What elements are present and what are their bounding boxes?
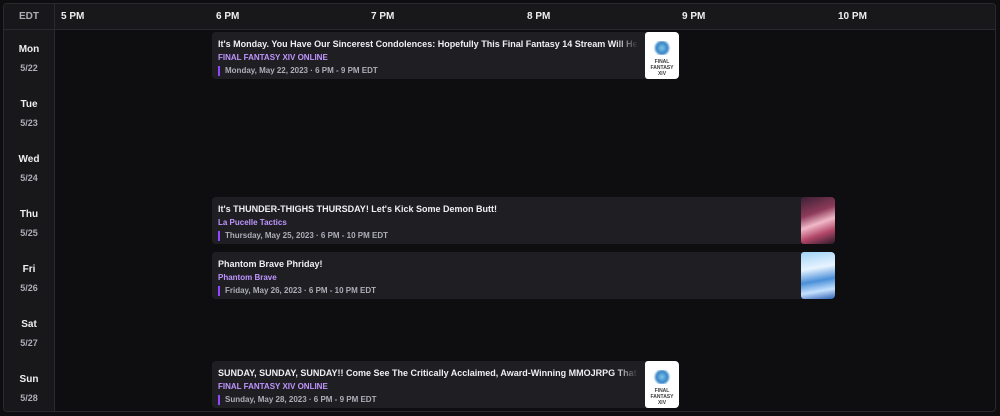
day-name: Tue [20, 99, 38, 110]
game-boxart-thumbnail[interactable] [801, 197, 835, 244]
game-boxart-thumbnail[interactable]: FINAL FANTASY XIV [645, 32, 679, 79]
day-date: 5/25 [20, 228, 38, 238]
hour-label-7pm: 7 PM [371, 11, 395, 22]
day-name: Sun [19, 374, 39, 385]
schedule-event-sun[interactable]: SUNDAY, SUNDAY, SUNDAY!! Come See The Cr… [212, 361, 679, 408]
boxart-logo-text: FINAL FANTASY XIV [650, 388, 674, 406]
hour-label-10pm: 10 PM [838, 11, 867, 22]
header-divider [54, 4, 55, 29]
day-date: 5/28 [20, 393, 38, 403]
day-name: Wed [18, 154, 40, 165]
day-date: 5/22 [20, 63, 38, 73]
day-name: Mon [18, 44, 40, 55]
day-label-sun: Sun 5/28 [4, 374, 54, 403]
day-date: 5/27 [20, 338, 38, 348]
day-column: Mon 5/22 Tue 5/23 Wed 5/24 Thu 5/25 Fri … [4, 30, 55, 411]
crystal-crest-icon [652, 41, 672, 55]
crystal-crest-icon [652, 370, 672, 384]
day-name: Thu [19, 209, 39, 220]
day-label-wed: Wed 5/24 [4, 154, 54, 183]
schedule-header: EDT 5 PM 6 PM 7 PM 8 PM 9 PM 10 PM [4, 4, 995, 30]
event-game-link[interactable]: Phantom Brave [218, 273, 277, 282]
day-label-fri: Fri 5/26 [4, 264, 54, 293]
event-game-link[interactable]: La Pucelle Tactics [218, 218, 287, 227]
event-time: Sunday, May 28, 2023 · 6 PM - 9 PM EDT [218, 395, 376, 405]
game-boxart-thumbnail[interactable]: FINAL FANTASY XIV [645, 361, 679, 408]
schedule-grid: EDT 5 PM 6 PM 7 PM 8 PM 9 PM 10 PM Mon 5… [3, 3, 996, 412]
hour-label-5pm: 5 PM [61, 11, 85, 22]
event-time: Monday, May 22, 2023 · 6 PM - 9 PM EDT [218, 66, 378, 76]
schedule-event-fri[interactable]: Phantom Brave Phriday! Phantom Brave Fri… [212, 252, 835, 299]
event-title[interactable]: Phantom Brave Phriday! [218, 259, 793, 269]
event-title[interactable]: It's Monday. You Have Our Sincerest Cond… [218, 39, 638, 49]
day-name: Sat [21, 319, 37, 330]
day-date: 5/26 [20, 283, 38, 293]
event-time: Friday, May 26, 2023 · 6 PM - 10 PM EDT [218, 286, 376, 296]
day-label-tue: Tue 5/23 [4, 99, 54, 128]
day-label-sat: Sat 5/27 [4, 319, 54, 348]
hour-label-6pm: 6 PM [216, 11, 240, 22]
event-title[interactable]: It's THUNDER-THIGHS THURSDAY! Let's Kick… [218, 204, 793, 214]
boxart-logo-text: FINAL FANTASY XIV [650, 59, 674, 77]
day-label-mon: Mon 5/22 [4, 44, 54, 73]
schedule-event-thu[interactable]: It's THUNDER-THIGHS THURSDAY! Let's Kick… [212, 197, 835, 244]
event-time: Thursday, May 25, 2023 · 6 PM - 10 PM ED… [218, 231, 388, 241]
day-name: Fri [22, 264, 36, 275]
hour-label-9pm: 9 PM [682, 11, 706, 22]
schedule-event-mon[interactable]: It's Monday. You Have Our Sincerest Cond… [212, 32, 679, 79]
event-title[interactable]: SUNDAY, SUNDAY, SUNDAY!! Come See The Cr… [218, 368, 638, 378]
event-game-link[interactable]: FINAL FANTASY XIV ONLINE [218, 382, 328, 391]
day-date: 5/24 [20, 173, 38, 183]
game-boxart-thumbnail[interactable] [801, 252, 835, 299]
timezone-label: EDT [19, 11, 39, 22]
event-game-link[interactable]: FINAL FANTASY XIV ONLINE [218, 53, 328, 62]
hour-label-8pm: 8 PM [527, 11, 551, 22]
day-label-thu: Thu 5/25 [4, 209, 54, 238]
day-date: 5/23 [20, 118, 38, 128]
